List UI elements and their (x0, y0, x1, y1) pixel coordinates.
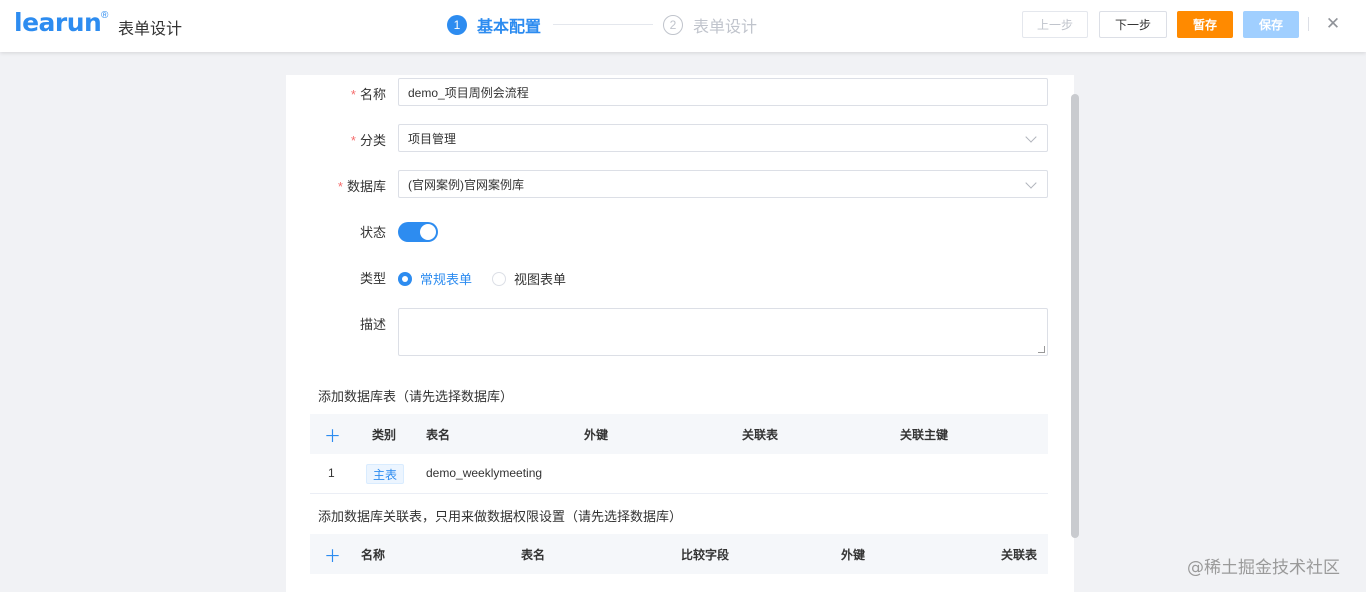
chevron-down-icon (1025, 177, 1037, 189)
toggle-knob (420, 224, 436, 240)
step-form-design[interactable]: 2 表单设计 (663, 14, 757, 36)
col-table-name: 表名 (426, 428, 451, 442)
db-tables-header: ＋ 类别 表名 外键 关联表 关联主键 (310, 414, 1048, 454)
row-table-name: demo_weeklymeeting (426, 466, 543, 480)
row-index: 1 (328, 466, 335, 480)
chevron-down-icon (1025, 131, 1037, 143)
status-toggle[interactable] (398, 222, 438, 242)
type-label: 类型 (359, 271, 386, 286)
add-table-icon[interactable]: ＋ (324, 422, 341, 447)
next-step-button[interactable]: 下一步 (1099, 11, 1167, 38)
app-title: 表单设计 (118, 21, 183, 38)
watermark: @稀土掘金技术社区 (1187, 558, 1340, 578)
add-relation-icon[interactable]: ＋ (324, 542, 341, 567)
col-category: 类别 (372, 428, 397, 442)
step-connector (553, 24, 653, 25)
close-icon[interactable]: ✕ (1323, 13, 1343, 35)
prev-step-button[interactable]: 上一步 (1022, 11, 1088, 38)
col-compare-field: 比较字段 (681, 548, 730, 562)
radio-unchecked-icon (492, 271, 506, 286)
col-table-name: 表名 (521, 548, 546, 562)
step-number-2: 2 (663, 15, 683, 35)
logo: learun (14, 8, 102, 37)
step-label-1: 基本配置 (477, 19, 542, 36)
database-select[interactable]: (官网案例)官网案例库 (398, 170, 1048, 198)
radio-checked-icon (398, 271, 412, 286)
col-foreign-key: 外键 (841, 548, 866, 562)
rel-tables-header: ＋ 名称 表名 比较字段 外键 关联表 (310, 534, 1048, 574)
db-tables-title: 添加数据库表（请先选择数据库） (318, 389, 514, 404)
status-label: 状态 (359, 225, 386, 240)
description-label: 描述 (359, 317, 386, 332)
name-input[interactable]: demo_项目周例会流程 (398, 78, 1048, 106)
category-label: * 分类 (350, 133, 386, 148)
radio-normal-form[interactable]: 常规表单 (398, 269, 472, 288)
scrollbar[interactable] (1071, 94, 1079, 538)
rel-tables-title: 添加数据库关联表，只用来做数据权限设置（请先选择数据库） (318, 509, 683, 524)
top-header: learun ® 表单设计 1 基本配置 2 表单设计 上一步 下一步 暂存 保… (0, 0, 1366, 52)
step-number-1: 1 (447, 15, 467, 35)
logo-registered-mark: ® (101, 10, 109, 21)
col-foreign-key: 外键 (584, 428, 609, 442)
header-divider (1308, 17, 1309, 31)
col-name: 名称 (361, 548, 386, 562)
col-related-table: 关联表 (1001, 548, 1038, 562)
step-label-2: 表单设计 (693, 19, 758, 36)
col-related-pk: 关联主键 (900, 428, 949, 442)
radio-view-form[interactable]: 视图表单 (492, 269, 566, 288)
col-related-table: 关联表 (742, 428, 779, 442)
resize-grip-icon[interactable] (1038, 346, 1045, 353)
category-select[interactable]: 项目管理 (398, 124, 1048, 152)
main-table-badge: 主表 (366, 464, 405, 484)
name-label: * 名称 (350, 87, 386, 102)
database-label: * 数据库 (337, 179, 386, 194)
draft-button[interactable]: 暂存 (1177, 11, 1233, 38)
save-button[interactable]: 保存 (1243, 11, 1299, 38)
step-basic-config[interactable]: 1 基本配置 (447, 14, 541, 36)
description-textarea[interactable] (398, 308, 1048, 356)
table-row[interactable]: 1 主表 demo_weeklymeeting (310, 454, 1048, 494)
